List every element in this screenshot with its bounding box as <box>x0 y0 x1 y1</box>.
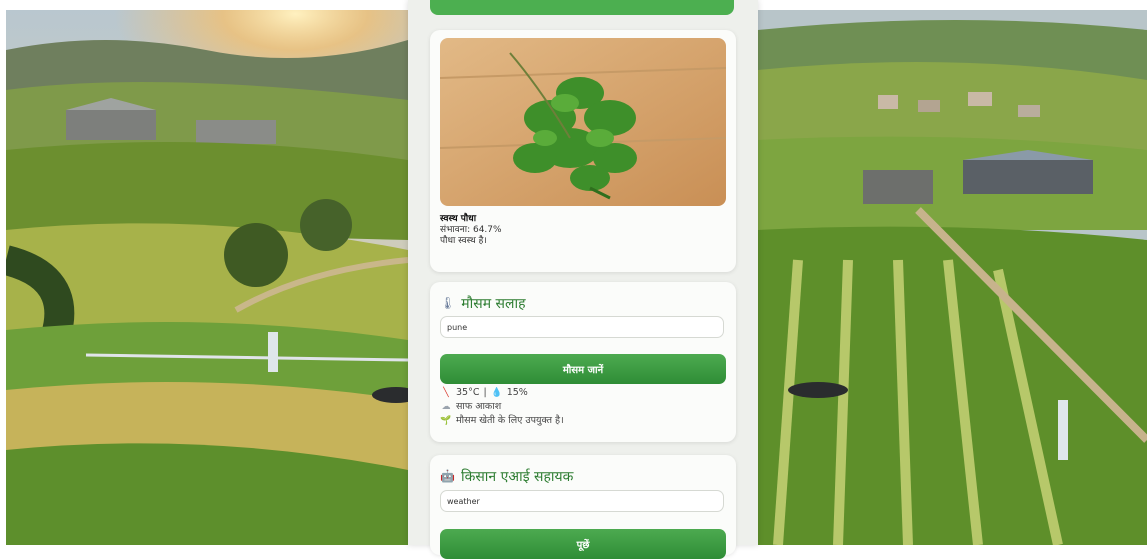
get-weather-button[interactable]: मौसम जानें <box>440 354 726 384</box>
city-input[interactable]: pune <box>440 316 724 338</box>
assistant-heading: 🤖 किसान एआई सहायक <box>440 465 573 487</box>
farm-background-left <box>6 10 408 545</box>
farm-background-right <box>758 10 1147 545</box>
prediction-result-card: स्वस्थ पौधा संभावना: 64.7% पौधा स्वस्थ ह… <box>430 30 736 272</box>
prediction-message: पौधा स्वस्थ है। <box>440 236 487 246</box>
droplet-icon: 💧 <box>491 388 503 398</box>
weather-advice-text: मौसम खेती के लिए उपयुक्त है। <box>456 415 564 426</box>
ai-assistant-card: 🤖 किसान एआई सहायक weather पूछें <box>430 455 736 559</box>
ask-button[interactable]: पूछें <box>440 529 726 559</box>
thermometer-icon: ╲ <box>443 388 449 398</box>
weather-heading: 🌡 मौसम सलाह <box>440 292 526 314</box>
weather-advice-card: 🌡 मौसम सलाह pune मौसम जानें ╲ 35°C | 💧 1… <box>430 282 736 442</box>
thermometer-icon: 🌡 <box>440 296 456 310</box>
humidity-value: 15% <box>506 387 528 398</box>
weather-heading-text: मौसम सलाह <box>461 295 526 312</box>
temperature-value: 35°C <box>456 387 480 398</box>
main-column: स्वस्थ पौधा संभावना: 64.7% पौधा स्वस्थ ह… <box>408 0 758 559</box>
prediction-label: स्वस्थ पौधा <box>440 214 477 224</box>
sky-condition: साफ आकाश <box>456 401 502 412</box>
seedling-icon: 🌱 <box>440 416 452 426</box>
prediction-probability: संभावना: 64.7% <box>440 225 502 235</box>
cloud-icon: ☁ <box>441 402 451 412</box>
previous-button-edge[interactable] <box>430 0 734 15</box>
weather-result: ╲ 35°C | 💧 15% ☁ साफ आकाश 🌱 मौसम खेती के… <box>440 386 564 428</box>
assistant-heading-text: किसान एआई सहायक <box>460 468 574 485</box>
robot-icon: 🤖 <box>440 469 455 483</box>
uploaded-plant-image <box>440 38 726 206</box>
assistant-query-input[interactable]: weather <box>440 490 724 512</box>
separator: | <box>483 387 487 398</box>
